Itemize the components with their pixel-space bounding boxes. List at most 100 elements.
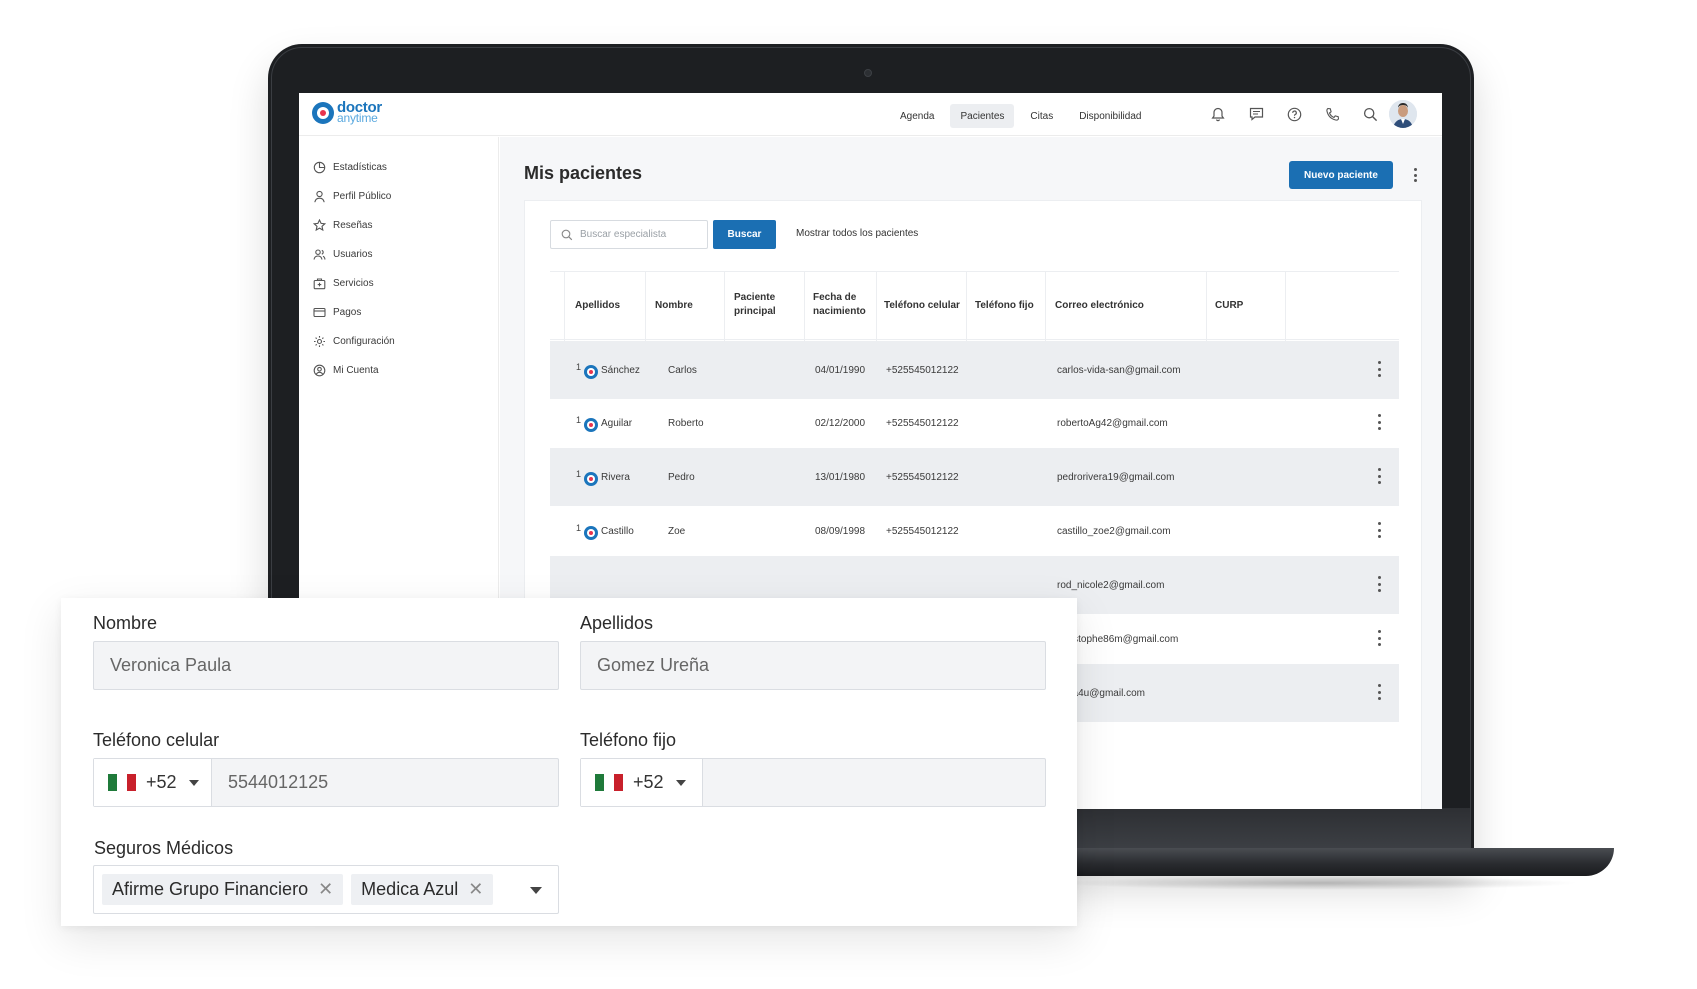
doctor-anytime-logo[interactable]: doctor anytime (312, 100, 382, 125)
cell-nombre: Roberto (668, 418, 704, 429)
table-row[interactable]: 1 Rivera Pedro 13/01/1980 +525545012122 … (550, 448, 1399, 506)
patient-form-card: Nombre Veronica Paula Apellidos Gomez Ur… (61, 598, 1077, 926)
insurance-tag[interactable]: Afirme Grupo Financiero ✕ (102, 874, 344, 905)
cell-apellido: Sánchez (601, 365, 640, 376)
close-icon[interactable]: ✕ (468, 879, 483, 900)
cell-correo: pedrorivera19@gmail.com (1057, 472, 1175, 483)
sidebar-item-pagos[interactable]: Pagos (313, 306, 361, 319)
search-icon (561, 229, 573, 241)
celular-field[interactable]: +52 5544012125 (93, 758, 559, 807)
row-menu-icon[interactable] (1376, 361, 1382, 377)
nombre-field[interactable]: Veronica Paula (93, 641, 559, 690)
nav-citas[interactable]: Citas (1020, 104, 1063, 128)
table-header: Apellidos Nombre Paciente principal Fech… (550, 271, 1399, 341)
chat-icon[interactable] (1246, 104, 1266, 124)
logo-line-2: anytime (337, 111, 378, 125)
sidebar-item-resenas[interactable]: Reseñas (313, 219, 372, 232)
row-count: 1 (576, 362, 582, 372)
row-menu-icon[interactable] (1376, 468, 1382, 484)
seguros-label: Seguros Médicos (94, 838, 234, 858)
top-bar: doctor anytime Agenda Pacientes Citas Di… (299, 93, 1442, 136)
tag-label: Afirme Grupo Financiero (112, 879, 309, 899)
phone-icon[interactable] (1322, 104, 1342, 124)
sidebar-item-configuracion[interactable]: Configuración (313, 335, 395, 348)
header-correo[interactable]: Correo electrónico (1055, 299, 1144, 313)
sidebar-item-mi-cuenta[interactable]: Mi Cuenta (313, 364, 379, 377)
brand-dot-icon (584, 365, 598, 379)
bell-icon[interactable] (1208, 104, 1228, 124)
help-icon[interactable] (1284, 104, 1304, 124)
header-telefono-celular[interactable]: Teléfono celular (884, 299, 960, 313)
search-icon[interactable] (1360, 104, 1380, 124)
sidebar-item-label: Estadísticas (333, 162, 387, 173)
column-divider (564, 272, 565, 341)
cell-apellido: Rivera (601, 472, 630, 483)
header-fecha-line2: nacimiento (813, 306, 866, 317)
country-code-value: +52 (633, 772, 664, 792)
header-fecha-nacimiento[interactable]: Fecha de nacimiento (813, 291, 866, 319)
header-fecha-line1: Fecha de (813, 292, 857, 303)
row-menu-icon[interactable] (1376, 630, 1382, 646)
chevron-down-icon[interactable] (530, 887, 542, 894)
nav-disponibilidad[interactable]: Disponibilidad (1069, 104, 1151, 128)
row-menu-icon[interactable] (1376, 414, 1382, 430)
medkit-icon (313, 277, 326, 290)
sidebar-item-estadisticas[interactable]: Estadísticas (313, 161, 387, 174)
sidebar-item-label: Usuarios (333, 249, 373, 260)
top-icons (1208, 104, 1380, 124)
sidebar-item-perfil[interactable]: Perfil Público (313, 190, 391, 203)
cell-celular: +525545012122 (886, 472, 959, 483)
laptop-camera (864, 69, 872, 77)
fijo-label: Teléfono fijo (580, 730, 677, 750)
sidebar-item-usuarios[interactable]: Usuarios (313, 248, 372, 261)
table-row[interactable]: 1 Castillo Zoe 08/09/1998 +525545012122 … (550, 502, 1399, 560)
top-nav: Agenda Pacientes Citas Disponibilidad (890, 104, 1151, 128)
insurance-tag[interactable]: Medica Azul ✕ (351, 874, 494, 905)
cell-nombre: Pedro (668, 472, 695, 483)
avatar[interactable] (1389, 100, 1417, 128)
row-count: 1 (576, 415, 582, 425)
gear-icon (313, 335, 326, 348)
chart-icon (313, 161, 326, 174)
header-curp[interactable]: CURP (1215, 299, 1243, 313)
cell-correo: carlos-vida-san@gmail.com (1057, 365, 1181, 376)
column-divider (966, 272, 967, 341)
column-divider (804, 272, 805, 341)
nav-pacientes[interactable]: Pacientes (950, 104, 1015, 128)
celular-value: 5544012125 (228, 772, 329, 792)
seguros-multiselect[interactable]: Afirme Grupo Financiero ✕ Medica Azul ✕ (93, 865, 559, 914)
column-divider (645, 272, 646, 341)
header-telefono-fijo[interactable]: Teléfono fijo (975, 299, 1034, 313)
stage: doctor anytime Agenda Pacientes Citas Di… (0, 0, 1697, 989)
row-menu-icon[interactable] (1376, 576, 1382, 592)
new-patient-button[interactable]: Nuevo paciente (1289, 161, 1393, 189)
search-button[interactable]: Buscar (713, 220, 776, 249)
laptop-base (1040, 848, 1614, 876)
column-divider (876, 272, 877, 341)
mexico-flag-icon (108, 774, 136, 791)
country-code-value: +52 (146, 772, 177, 792)
search-input[interactable]: Buscar especialista (550, 220, 708, 249)
table-row[interactable]: 1 Sánchez Carlos 04/01/1990 +52554501212… (550, 341, 1399, 399)
cell-fecha: 13/01/1980 (815, 472, 866, 483)
sidebar-item-servicios[interactable]: Servicios (313, 277, 374, 290)
close-icon[interactable]: ✕ (318, 879, 333, 900)
apellidos-field[interactable]: Gomez Ureña (580, 641, 1046, 690)
header-paciente-principal[interactable]: Paciente principal (734, 291, 776, 319)
row-menu-icon[interactable] (1376, 684, 1382, 700)
more-options-icon[interactable] (1410, 165, 1420, 185)
country-code-select[interactable]: +52 (94, 759, 212, 806)
table-row[interactable]: 1 Aguilar Roberto 02/12/2000 +5255450121… (550, 394, 1399, 452)
show-all-link[interactable]: Mostrar todos los pacientes (796, 228, 918, 239)
chevron-down-icon (188, 779, 199, 786)
header-nombre[interactable]: Nombre (655, 299, 693, 313)
tag-label: Medica Azul (361, 879, 459, 899)
country-code-select[interactable]: +52 (581, 759, 703, 806)
row-menu-icon[interactable] (1376, 522, 1382, 538)
nav-agenda[interactable]: Agenda (890, 104, 944, 128)
header-apellidos[interactable]: Apellidos (575, 299, 620, 313)
star-icon (313, 219, 326, 232)
cell-apellido: Castillo (601, 526, 634, 537)
fijo-field[interactable]: +52 (580, 758, 1046, 807)
brand-dot-icon (584, 472, 598, 486)
